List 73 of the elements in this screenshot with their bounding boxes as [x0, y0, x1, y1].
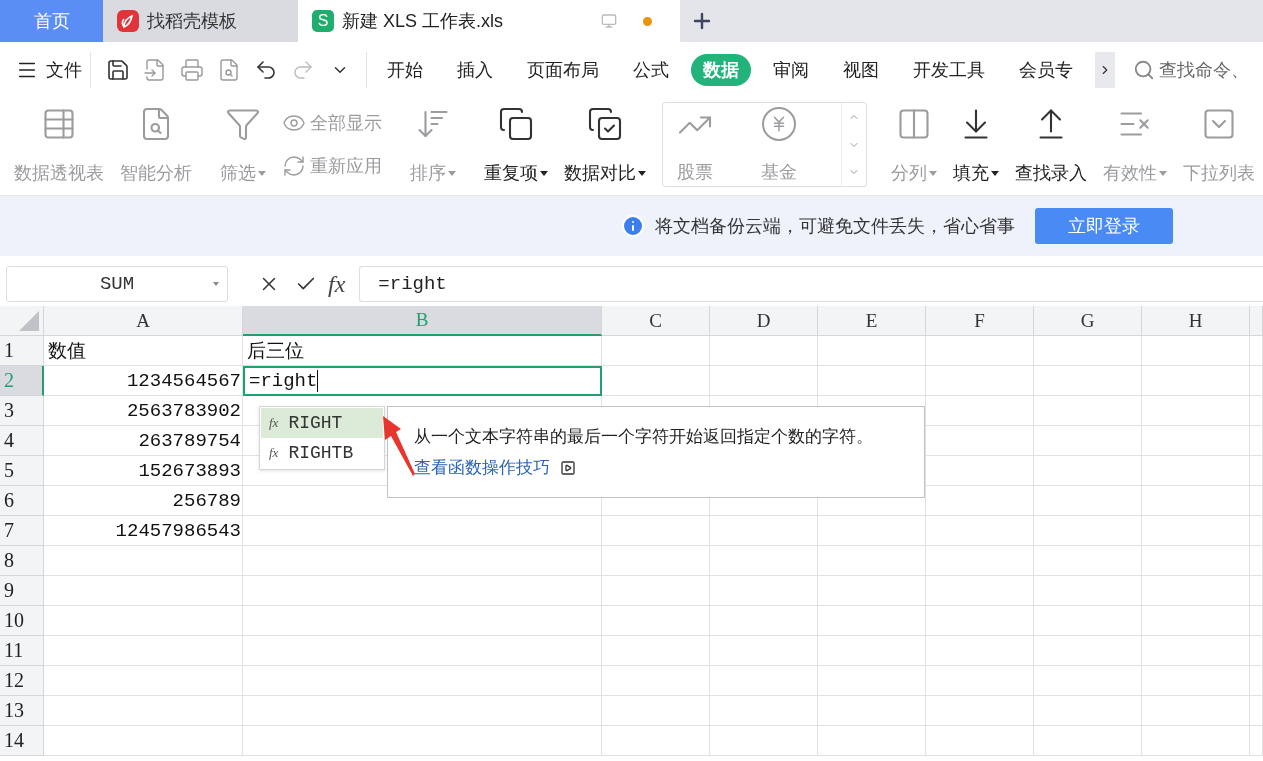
arrow-annotation	[383, 416, 415, 476]
dropdown-list-icon	[1201, 106, 1237, 142]
table-cell-text: 256789	[171, 489, 242, 514]
function-suggestion[interactable]: fx RIGHT	[261, 408, 383, 438]
row-header[interactable]: 3	[0, 396, 44, 426]
column-header[interactable]: F	[926, 306, 1034, 336]
ribbon-tab[interactable]: 审阅	[761, 54, 821, 86]
column-header[interactable]: E	[818, 306, 926, 336]
function-description: 从一个文本字符串的最后一个字符开始返回指定个数的字符。	[414, 426, 874, 448]
insert-function-button[interactable]: fx	[328, 270, 346, 298]
monitor-icon	[601, 13, 618, 29]
row-header[interactable]: 6	[0, 486, 44, 516]
table-icon	[41, 106, 77, 142]
filter-icon	[225, 106, 261, 142]
document-tab[interactable]: 找稻壳模板	[103, 0, 298, 42]
search-icon	[1133, 59, 1155, 81]
ribbon-button[interactable]: 填充	[949, 102, 1003, 187]
row-header[interactable]: 11	[0, 636, 44, 666]
function-tips-link[interactable]: 查看函数操作技巧	[414, 456, 550, 479]
table-cell-text: 152673893	[137, 459, 242, 484]
file-arrow-icon	[142, 58, 167, 82]
copy-icon	[498, 106, 534, 142]
video-icon	[560, 459, 576, 476]
column-header[interactable]: A	[44, 306, 243, 336]
row-header[interactable]: 14	[0, 726, 44, 756]
table-cell-text: 数值	[47, 340, 87, 365]
cell-editor[interactable]: =right	[243, 366, 602, 396]
ribbon-tab[interactable]: 插入	[445, 54, 505, 86]
yen-coin-icon	[762, 107, 796, 141]
leaf-logo-icon	[117, 10, 139, 32]
ribbon-button[interactable]: 重复项	[480, 102, 552, 187]
select-all-corner[interactable]	[0, 306, 44, 336]
row-header[interactable]: 5	[0, 456, 44, 486]
document-tab[interactable]: S 新建 XLS 工作表.xls	[298, 0, 680, 42]
column-header[interactable]: C	[602, 306, 710, 336]
refresh-icon	[282, 153, 306, 178]
info-icon	[621, 214, 645, 238]
row-header[interactable]: 8	[0, 546, 44, 576]
row-header[interactable]: 10	[0, 606, 44, 636]
copy-check-icon	[587, 106, 623, 142]
row-header[interactable]: 7	[0, 516, 44, 546]
ribbon-tab[interactable]: 开始	[375, 54, 435, 86]
row-header[interactable]: 1	[0, 336, 44, 366]
table-cell-text: 后三位	[246, 340, 305, 365]
sheet-logo: S	[312, 10, 334, 32]
row-header[interactable]: 9	[0, 576, 44, 606]
column-header[interactable]: D	[710, 306, 818, 336]
corner-triangle-icon	[19, 311, 39, 331]
ribbon-button[interactable]: 数据对比	[560, 102, 650, 187]
ribbon-tab[interactable]: 页面布局	[515, 54, 611, 86]
columns-icon	[896, 106, 932, 142]
backup-notice-text: 将文档备份云端，可避免文件丢失，省心省事	[655, 215, 1015, 238]
scroll-right-button[interactable]	[1095, 52, 1115, 88]
row-header[interactable]: 12	[0, 666, 44, 696]
ribbon-tab[interactable]: 会员专	[1007, 54, 1085, 86]
table-cell-text: 2563783902	[125, 399, 242, 424]
ribbon-button[interactable]: 查找录入	[1011, 102, 1091, 187]
column-header[interactable]: H	[1142, 306, 1250, 336]
printer-icon	[179, 58, 204, 82]
table-cell-text: 12457986543	[114, 519, 242, 544]
save-icon	[105, 58, 130, 82]
table-cell-text: 263789754	[137, 429, 242, 454]
ribbon-tab[interactable]: 开发工具	[901, 54, 997, 86]
row-header[interactable]: 4	[0, 426, 44, 456]
formula-input[interactable]: =right	[359, 266, 1263, 302]
name-box[interactable]: SUM	[6, 266, 228, 302]
column-header[interactable]	[1250, 306, 1263, 336]
table-cell-text: 1234564567	[125, 369, 242, 394]
ribbon-tab[interactable]: 公式	[621, 54, 681, 86]
column-header[interactable]: G	[1034, 306, 1142, 336]
ribbon-tab[interactable]: 视图	[831, 54, 891, 86]
row-header[interactable]: 13	[0, 696, 44, 726]
file-menu-button[interactable]: 文件	[16, 58, 82, 82]
